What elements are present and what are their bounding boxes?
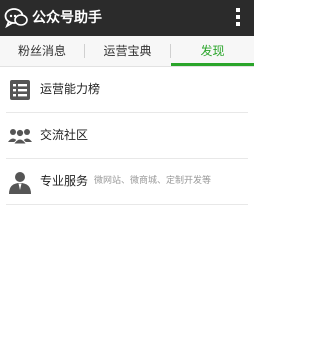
chat-bubbles-icon (4, 8, 28, 29)
title-bar: 公众号助手 (0, 0, 254, 36)
app-title: 公众号助手 (32, 10, 102, 26)
ranking-list-icon (10, 80, 30, 100)
tab-discover[interactable]: 发现 (171, 36, 254, 66)
list-item-label: 运营能力榜 (40, 82, 101, 96)
list-item-pro-services[interactable]: 专业服务 微网站、微商城、定制开发等 (6, 159, 248, 205)
more-menu-icon[interactable] (232, 8, 244, 28)
list-item-label: 交流社区 (40, 128, 89, 142)
list-item-ranking[interactable]: 运营能力榜 (6, 67, 248, 113)
person-icon (9, 172, 31, 194)
tab-bar: 粉丝消息 运营宝典 发现 (0, 36, 254, 67)
community-icon (8, 128, 32, 145)
tab-operations-guide[interactable]: 运营宝典 (85, 36, 170, 66)
list-item-subtitle: 微网站、微商城、定制开发等 (94, 176, 212, 186)
list-item-community[interactable]: 交流社区 (6, 113, 248, 159)
list-item-label: 专业服务 (40, 174, 89, 188)
tab-fan-messages[interactable]: 粉丝消息 (0, 36, 84, 66)
discover-list: 运营能力榜 交流社区 专业服务 微网站、微商城、定制开发等 (0, 67, 254, 205)
